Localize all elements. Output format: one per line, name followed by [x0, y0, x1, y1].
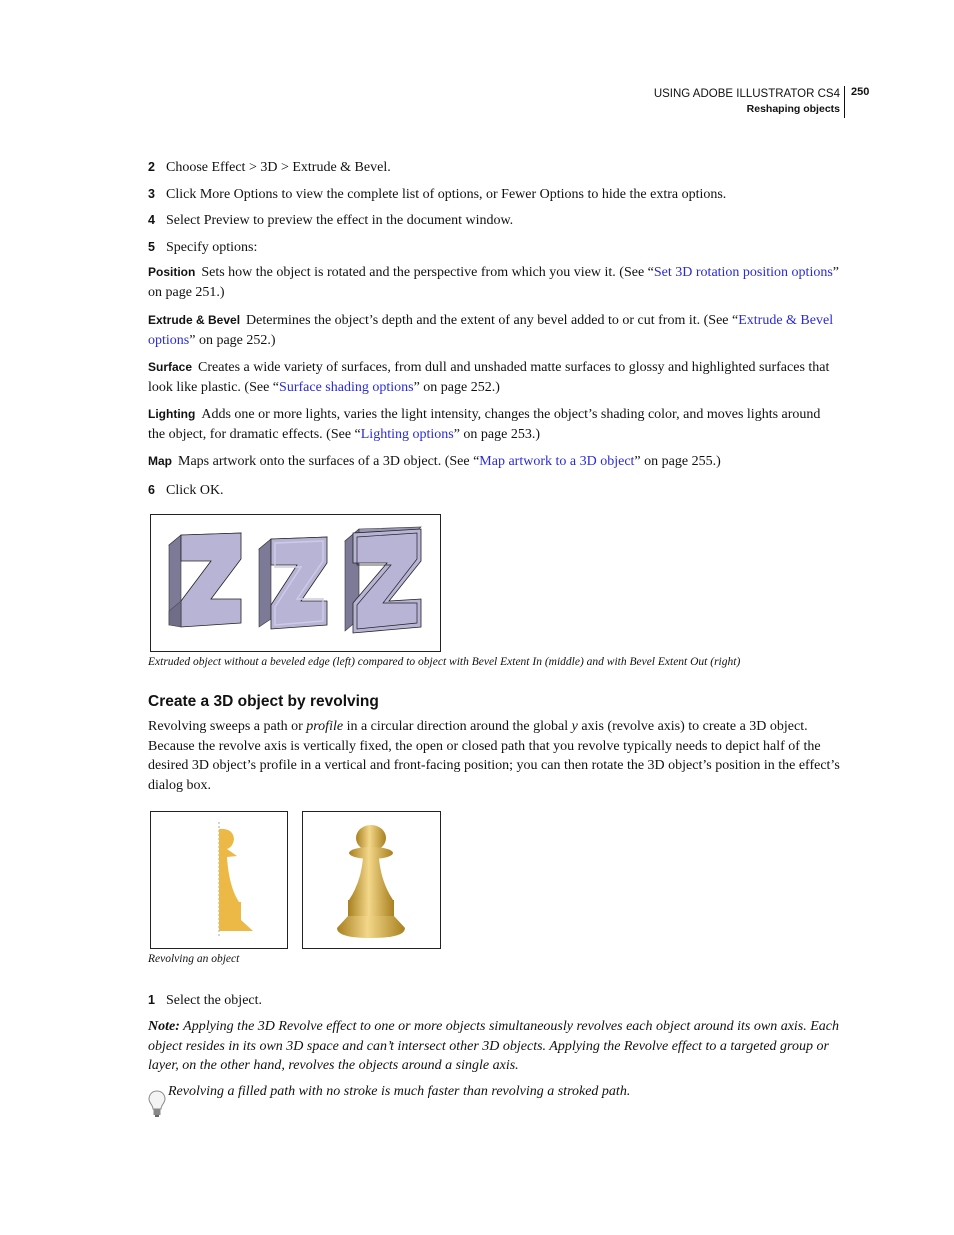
tip-text: Revolving a filled path with no stroke i… [168, 1084, 631, 1099]
step-text: Select the object. [166, 993, 263, 1008]
option-ref: ” on page 252.) [413, 379, 500, 395]
step-item: 6 Click OK. [148, 481, 224, 500]
running-header: USING ADOBE ILLUSTRATOR CS4 Reshaping ob… [654, 87, 840, 117]
option-term: Position [148, 265, 196, 279]
option-term: Extrude & Bevel [148, 313, 241, 327]
step-item: 5 Specify options: [148, 238, 257, 257]
chapter-title: Reshaping objects [746, 103, 840, 115]
option-term: Lighting [148, 407, 196, 421]
step-text: Specify options: [166, 240, 258, 255]
option-extrude-bevel: Extrude & Bevel Determines the object’s d… [148, 311, 840, 350]
option-map: Map Maps artwork onto the surfaces of a 3… [148, 452, 840, 472]
header-divider [844, 86, 845, 118]
step-text: Select Preview to preview the effect in … [166, 213, 514, 228]
step-item: 1 Select the object. [148, 991, 262, 1010]
option-lighting: Lighting Adds one or more lights, varies … [148, 405, 840, 444]
figure-profile [150, 811, 288, 949]
step-number: 4 [148, 213, 155, 227]
step-item: 4 Select Preview to preview the effect in… [148, 211, 513, 230]
text-run: in a circular direction around the globa… [343, 719, 572, 734]
step-text: Choose Effect > 3D > Extrude & Bevel. [166, 160, 391, 175]
option-term: Surface [148, 360, 193, 374]
pawn-illustration [337, 825, 405, 938]
step-text: Click More Options to view the complete … [166, 187, 727, 202]
step-item: 3 Click More Options to view the complete… [148, 185, 726, 204]
figure-pawn [302, 811, 441, 949]
text-run: Revolving sweeps a path or [148, 719, 307, 734]
link-set-3d-rotation[interactable]: Set 3D rotation position options [654, 265, 833, 280]
option-term: Map [148, 454, 172, 468]
extrude-illustration [168, 526, 422, 634]
figure-caption: Revolving an object [148, 953, 240, 965]
figure-caption: Extruded object without a beveled edge (… [148, 656, 741, 668]
link-map-artwork[interactable]: Map artwork to a 3D object [479, 454, 634, 469]
step-number: 5 [148, 240, 155, 254]
option-ref: ” on page 255.) [634, 454, 721, 469]
z-bevel-out [344, 526, 422, 634]
step-item: 2 Choose Effect > 3D > Extrude & Bevel. [148, 158, 391, 177]
step-number: 1 [148, 993, 155, 1007]
note-paragraph: Note: Applying the 3D Revolve effect to … [148, 1017, 840, 1076]
step-text: Click OK. [166, 483, 224, 498]
link-lighting-options[interactable]: Lighting options [361, 427, 454, 442]
step-number: 2 [148, 160, 155, 174]
step-number: 6 [148, 483, 155, 497]
body-paragraph: Revolving sweeps a path or profile in a … [148, 717, 840, 795]
option-desc: Sets how the object is rotated and the p… [201, 265, 654, 280]
option-surface: Surface Creates a wide variety of surface… [148, 358, 840, 397]
page-number: 250 [851, 86, 870, 98]
step-number: 3 [148, 187, 155, 201]
option-ref: ” on page 252.) [189, 332, 276, 348]
note-text: Applying the 3D Revolve effect to one or… [148, 1019, 840, 1074]
pawn-profile-shape [219, 828, 253, 931]
emphasis: profile [306, 719, 344, 734]
profile-illustration [218, 822, 253, 938]
option-desc: Maps artwork onto the surfaces of a 3D o… [178, 454, 480, 469]
lightbulb-icon [148, 1090, 166, 1123]
note-label: Note: [148, 1019, 180, 1034]
figure-extruded-z [150, 514, 441, 652]
z-bevel-in [258, 536, 328, 630]
option-position: Position Sets how the object is rotated a… [148, 263, 840, 302]
option-ref: ” on page 253.) [453, 426, 541, 442]
option-desc: Determines the object’s depth and the ex… [246, 313, 739, 328]
book-title: USING ADOBE ILLUSTRATOR CS4 [653, 88, 840, 100]
z-no-bevel [168, 532, 242, 628]
section-heading: Create a 3D object by revolving [148, 693, 379, 710]
link-surface-shading[interactable]: Surface shading options [279, 380, 414, 395]
